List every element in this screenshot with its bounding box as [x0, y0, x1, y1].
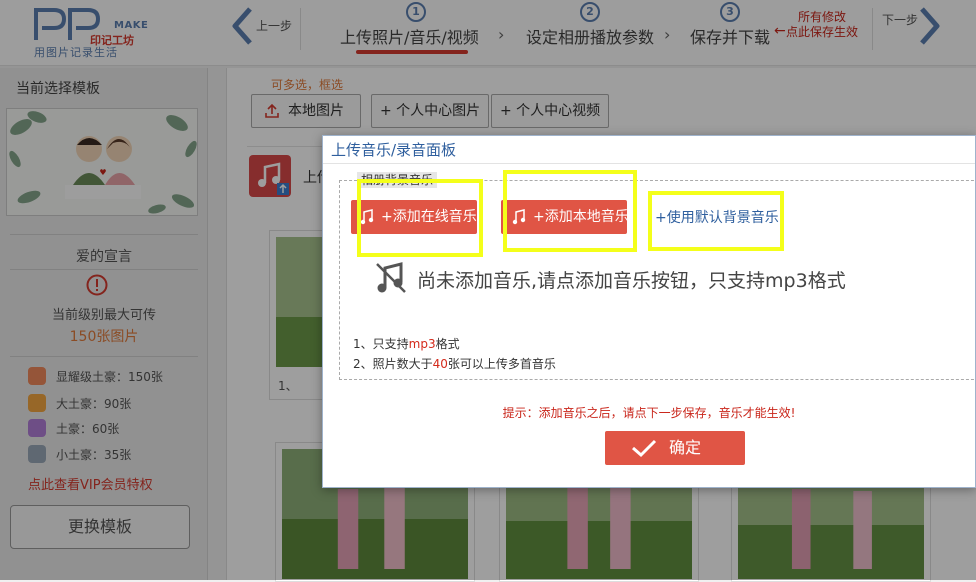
modal-title: 上传音乐/录音面板	[323, 136, 975, 164]
add-local-music-label: +添加本地音乐	[533, 209, 629, 225]
music-note-icon	[360, 209, 374, 225]
music-panel-legend: 相册背景音乐	[357, 172, 438, 188]
empty-music-message: 尚未添加音乐,请点添加音乐按钮，只支持mp3格式	[417, 270, 846, 292]
modal-tip: 提示：添加音乐之后，请点下一步保存，音乐才能生效!	[502, 406, 796, 420]
checkmark-icon	[632, 439, 657, 458]
rule-format-suffix: 格式	[435, 337, 460, 351]
rule-multi-music: 2、照片数大于40张可以上传多首音乐	[353, 355, 556, 372]
confirm-button[interactable]: 确定	[605, 431, 745, 465]
rule-format-highlight: mp3	[408, 337, 436, 351]
add-online-music-label: +添加在线音乐	[381, 209, 477, 225]
use-default-music-link[interactable]: +使用默认背景音乐	[655, 207, 779, 227]
music-note-icon	[512, 209, 526, 225]
confirm-label: 确定	[669, 438, 702, 457]
music-upload-modal: 上传音乐/录音面板 相册背景音乐 +添加在线音乐 +添加本地音乐 +使用默认背景…	[322, 135, 976, 488]
music-off-icon	[376, 262, 406, 293]
rule-format-prefix: 1、只支持	[353, 337, 409, 351]
rule-multi-suffix: 张可以上传多首音乐	[447, 357, 556, 371]
rule-format: 1、只支持mp3格式	[353, 335, 460, 352]
rule-multi-highlight: 40	[432, 357, 448, 371]
add-online-music-button[interactable]: +添加在线音乐	[351, 200, 477, 234]
rule-multi-prefix: 2、照片数大于	[353, 357, 433, 371]
add-local-music-button[interactable]: +添加本地音乐	[501, 200, 629, 234]
